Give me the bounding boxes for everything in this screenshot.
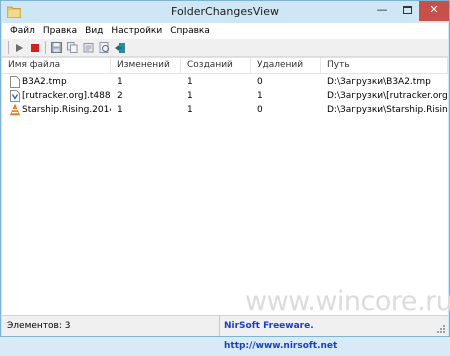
modified-count: 1 [117, 77, 123, 87]
changes-list[interactable]: Имя файла Изменений Созданий Удалений Пу… [2, 58, 448, 315]
table-row[interactable]: [rutracker.org].t48899... 2 1 1 D:\Загру… [2, 89, 448, 103]
created-count: 1 [187, 105, 193, 115]
toolbar [2, 39, 448, 57]
path-text: D:\Загрузки\B3A2.tmp [327, 77, 431, 87]
save-button[interactable] [49, 41, 63, 55]
torrent-file-icon [10, 90, 20, 102]
html-report-button[interactable] [97, 41, 111, 55]
table-row[interactable]: Starship.Rising.2014.D... 1 1 0 D:\Загру… [2, 103, 448, 117]
close-button[interactable]: ✕ [419, 1, 449, 21]
minimize-button[interactable]: — [369, 1, 395, 21]
row-filename-cell: Starship.Rising.2014.D... [2, 103, 111, 117]
watermark-text: www.wincore.ru [245, 286, 450, 317]
html-report-icon [99, 42, 109, 53]
properties-button[interactable] [81, 41, 95, 55]
text-file-icon [10, 76, 20, 88]
menu-edit[interactable]: Правка [39, 26, 81, 36]
stop-button[interactable] [28, 41, 42, 55]
menu-view[interactable]: Вид [81, 26, 107, 36]
toolbar-separator [45, 41, 46, 54]
column-header-filename[interactable]: Имя файла [2, 58, 111, 74]
status-bar: Элементов: 3 NirSoft Freeware. http://ww… [2, 315, 448, 351]
play-icon [16, 43, 23, 52]
exit-button[interactable] [113, 41, 127, 55]
minimize-icon: — [376, 3, 388, 16]
title-bar[interactable]: FolderChangesView — ✕ [1, 1, 449, 23]
row-filename-cell: B3A2.tmp [2, 75, 111, 89]
app-window: FolderChangesView — ✕ Файл Правка Вид На… [0, 0, 450, 351]
start-button[interactable] [12, 41, 26, 55]
created-count: 1 [187, 91, 193, 101]
table-row[interactable]: B3A2.tmp 1 1 0 D:\Загрузки\B3A2.tmp [2, 75, 448, 89]
column-header-path[interactable]: Путь [321, 58, 448, 74]
path-text: D:\Загрузки\[rutracker.org].t48 [327, 91, 448, 101]
modified-count: 1 [117, 105, 123, 115]
save-icon [50, 42, 62, 53]
menu-help[interactable]: Справка [166, 26, 214, 36]
column-header-modified[interactable]: Изменений [111, 58, 181, 74]
maximize-icon [402, 6, 412, 14]
modified-count: 2 [117, 91, 123, 101]
deleted-count: 0 [257, 105, 263, 115]
exit-icon [115, 42, 125, 53]
filename-text: [rutracker.org].t48899... [22, 91, 111, 101]
maximize-button[interactable] [395, 1, 419, 21]
list-header: Имя файла Изменений Созданий Удалений Пу… [2, 58, 448, 74]
path-text: D:\Загрузки\Starship.Rising.201 [327, 105, 448, 115]
row-filename-cell: [rutracker.org].t48899... [2, 89, 111, 103]
vlc-file-icon [10, 104, 20, 116]
created-count: 1 [187, 77, 193, 87]
menu-bar: Файл Правка Вид Настройки Справка [2, 23, 448, 39]
stop-icon [31, 43, 39, 52]
properties-icon [83, 43, 93, 53]
items-count: Элементов: 3 [2, 316, 220, 336]
column-header-created[interactable]: Созданий [181, 58, 251, 74]
deleted-count: 0 [257, 77, 263, 87]
menu-options[interactable]: Настройки [107, 26, 166, 36]
deleted-count: 1 [257, 91, 263, 101]
column-header-deleted[interactable]: Удалений [251, 58, 321, 74]
filename-text: B3A2.tmp [22, 77, 67, 87]
copy-icon [66, 42, 77, 53]
nirsoft-link[interactable]: NirSoft Freeware. http://www.nirsoft.net [222, 316, 422, 351]
menu-file[interactable]: Файл [6, 26, 39, 36]
copy-button[interactable] [65, 41, 79, 55]
toolbar-separator [8, 41, 9, 54]
close-icon: ✕ [429, 3, 439, 16]
resize-grip-icon[interactable] [436, 324, 446, 334]
filename-text: Starship.Rising.2014.D... [22, 105, 111, 115]
